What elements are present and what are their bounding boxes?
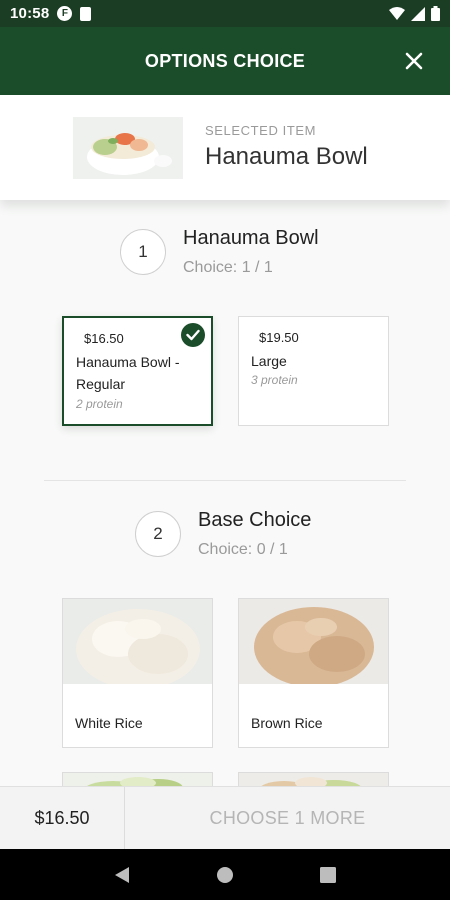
selected-item-label: SELECTED ITEM xyxy=(205,123,317,138)
white-rice-image xyxy=(63,599,212,684)
section-title: Hanauma Bowl xyxy=(183,227,319,249)
close-icon xyxy=(405,52,423,70)
signal-icon xyxy=(411,6,425,21)
status-bar: 10:58 F xyxy=(0,0,450,27)
option-card-large[interactable]: $19.50 Large 3 protein xyxy=(238,316,389,426)
section-header: 1 Hanauma Bowl Choice: 1 / 1 xyxy=(120,227,380,289)
option-subtext: 3 protein xyxy=(251,373,298,387)
section-header: 2 Base Choice Choice: 0 / 1 xyxy=(135,509,385,571)
app-bar: OPTIONS CHOICE xyxy=(0,27,450,95)
step-number: 2 xyxy=(135,511,181,557)
option-name: Hanauma Bowl - Regular xyxy=(76,354,180,392)
selected-item-header: SELECTED ITEM Hanauma Bowl xyxy=(0,95,450,200)
section-divider xyxy=(44,480,406,481)
home-button[interactable] xyxy=(210,860,240,890)
options-content[interactable]: 1 Hanauma Bowl Choice: 1 / 1 $16.50 Hana… xyxy=(0,200,450,786)
system-nav-bar xyxy=(0,849,450,900)
step-number: 1 xyxy=(120,229,166,275)
section-choice-count: Choice: 0 / 1 xyxy=(198,541,288,558)
option-subtext: 2 protein xyxy=(76,397,123,411)
close-button[interactable] xyxy=(402,49,426,73)
selected-item-name: Hanauma Bowl xyxy=(205,143,368,170)
order-total: $16.50 xyxy=(0,787,125,849)
checkmark-icon xyxy=(181,323,205,347)
bottom-action-bar: $16.50 CHOOSE 1 MORE xyxy=(0,786,450,849)
back-button[interactable] xyxy=(107,860,137,890)
mixed-base-image xyxy=(239,773,388,786)
option-name: Brown Rice xyxy=(251,715,323,731)
file-notification-icon xyxy=(80,6,92,21)
back-icon xyxy=(114,866,129,883)
recents-button[interactable] xyxy=(313,860,343,890)
battery-icon xyxy=(431,6,440,21)
app-notification-icon: F xyxy=(57,6,73,21)
brown-rice-image xyxy=(239,599,388,684)
home-icon xyxy=(216,866,233,883)
option-card-regular[interactable]: $16.50 Hanauma Bowl - Regular 2 protein xyxy=(62,316,213,426)
section-title: Base Choice xyxy=(198,509,312,531)
option-card-partial[interactable] xyxy=(238,772,389,786)
recents-icon xyxy=(320,866,337,883)
option-card-brown-rice[interactable]: Brown Rice xyxy=(238,598,389,748)
option-price: $19.50 xyxy=(259,330,299,345)
option-card-partial[interactable] xyxy=(62,772,213,786)
greens-image xyxy=(63,773,212,786)
option-price: $16.50 xyxy=(84,331,124,346)
page-title: OPTIONS CHOICE xyxy=(144,50,306,71)
status-time: 10:58 xyxy=(10,5,50,22)
option-name: Large xyxy=(251,353,287,369)
selected-item-image xyxy=(73,117,183,179)
option-name: White Rice xyxy=(75,715,143,731)
option-card-white-rice[interactable]: White Rice xyxy=(62,598,213,748)
section-choice-count: Choice: 1 / 1 xyxy=(183,259,273,276)
wifi-icon xyxy=(389,6,405,21)
choose-more-button[interactable]: CHOOSE 1 MORE xyxy=(125,787,450,849)
